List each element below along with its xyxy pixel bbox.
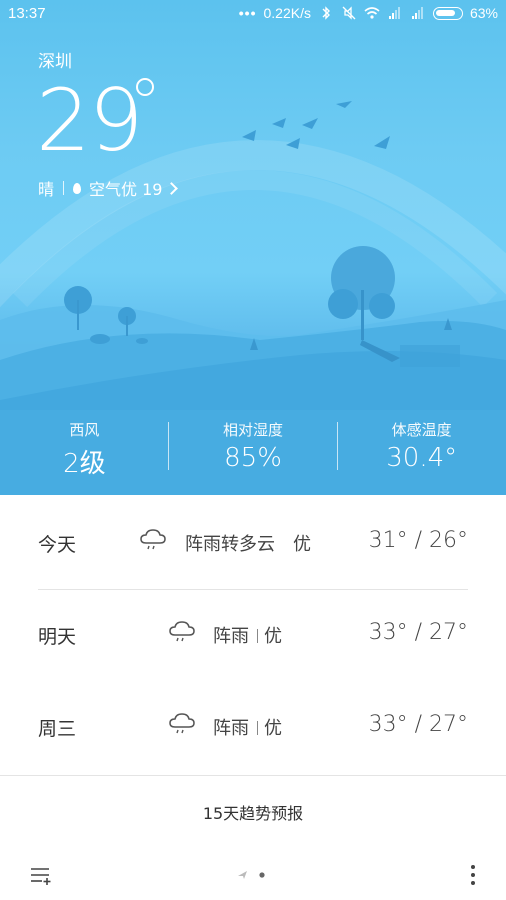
city-list-add-icon[interactable] — [30, 864, 52, 886]
page-dot — [259, 872, 265, 878]
aqi-text: 优 — [264, 718, 282, 739]
divider — [257, 721, 258, 735]
condition-text: 阵雨转多云 — [185, 534, 275, 555]
day-name: 周三 — [38, 718, 77, 740]
shower-cloud-icon — [169, 621, 195, 642]
divider — [257, 629, 258, 643]
weather-hero: 13:37 ••• 0.22K/s 63% 深圳 29 晴 空气优 19 西风 … — [0, 0, 506, 495]
temperature-range: 33° / 27° — [368, 712, 468, 737]
weather-stats: 西风 2级 相对湿度 85% 体感温度 30.4° — [0, 410, 506, 495]
temperature-value: 29 — [36, 71, 143, 171]
forecast-condition: 阵雨优 — [213, 622, 282, 648]
network-speed: 0.22K/s — [263, 5, 311, 21]
forecast-condition: 阵雨优 — [213, 714, 282, 740]
condition-text: 阵雨 — [213, 718, 249, 739]
stat-value: 30.4° — [386, 443, 458, 473]
stat-value: 2级 — [63, 449, 106, 479]
stat-wind: 西风 2级 — [0, 410, 169, 495]
battery-icon — [432, 6, 463, 20]
section-divider — [0, 775, 506, 776]
stat-label: 体感温度 — [391, 421, 452, 439]
degree-symbol — [136, 78, 154, 96]
forecast-row-wednesday[interactable]: 周三 阵雨优 33° / 27° — [0, 679, 506, 771]
day-name: 今天 — [38, 534, 77, 556]
leaf-icon — [73, 182, 82, 194]
battery-percent: 63% — [469, 5, 498, 21]
forecast-row-today[interactable]: 今天 阵雨转多云优 31° / 26° — [0, 495, 506, 587]
current-temperature: 29 — [36, 78, 154, 164]
shower-cloud-icon — [169, 713, 195, 734]
status-icons: ••• 0.22K/s 63% — [239, 5, 498, 21]
condition-text: 阵雨 — [213, 626, 249, 647]
divider — [63, 181, 65, 195]
mute-icon — [342, 6, 356, 20]
temperature-range: 33° / 27° — [368, 620, 468, 645]
bluetooth-icon — [322, 6, 330, 20]
aqi-text: 优 — [264, 626, 282, 647]
temperature-range: 31° / 26° — [368, 528, 468, 553]
city-name[interactable]: 深圳 — [38, 47, 72, 72]
more-vertical-icon[interactable] — [470, 864, 476, 886]
location-arrow-icon — [238, 871, 247, 879]
dots-icon: ••• — [238, 5, 257, 21]
wifi-icon — [364, 7, 380, 19]
shower-cloud-icon — [140, 529, 166, 550]
page-indicator — [238, 871, 265, 879]
status-bar: 13:37 ••• 0.22K/s 63% — [0, 0, 506, 28]
condition-text: 晴 — [38, 180, 55, 199]
forecast-row-tomorrow[interactable]: 明天 阵雨优 33° / 27° — [0, 587, 506, 679]
stat-label: 西风 — [69, 421, 100, 439]
condition-row[interactable]: 晴 空气优 19 — [38, 176, 179, 200]
signal-icon — [388, 7, 400, 19]
signal-icon — [411, 7, 423, 19]
day-name: 明天 — [38, 626, 77, 648]
aqi-text: 优 — [293, 534, 311, 555]
stat-feels-like: 体感温度 30.4° — [337, 410, 506, 495]
stat-label: 相对湿度 — [223, 421, 284, 439]
stat-humidity: 相对湿度 85% — [169, 410, 338, 495]
stat-value: 85% — [224, 443, 282, 473]
forecast-condition: 阵雨转多云优 — [185, 530, 311, 556]
bottom-bar — [0, 850, 506, 900]
chevron-right-icon — [165, 181, 179, 195]
trend-forecast-link[interactable]: 15天趋势预报 — [0, 800, 506, 824]
status-time: 13:37 — [8, 5, 46, 22]
air-quality-text: 空气优 19 — [89, 180, 163, 199]
